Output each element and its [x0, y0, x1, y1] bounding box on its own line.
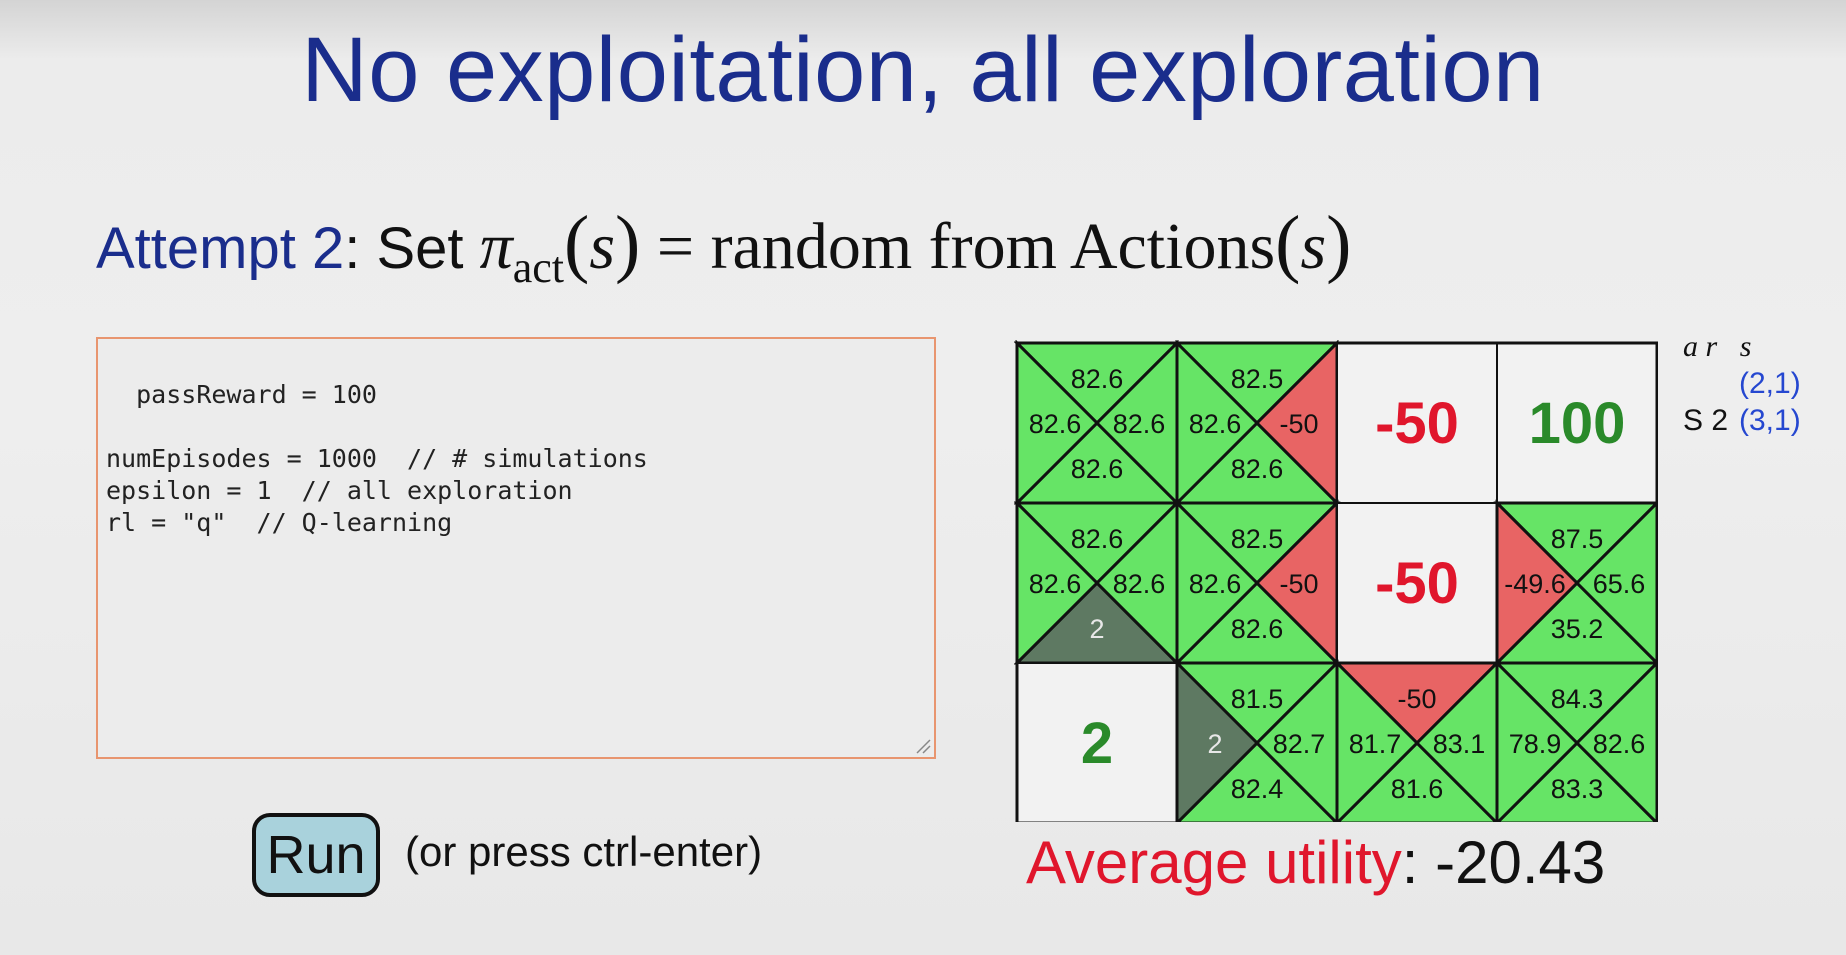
q-value-bottom: 82.6 — [1071, 454, 1124, 484]
q-value-left: 82.6 — [1029, 569, 1082, 599]
grid-cell-1-2: -50 — [1336, 502, 1498, 664]
q-value-left: 81.7 — [1349, 729, 1402, 759]
q-value-right: -50 — [1279, 409, 1318, 439]
q-value-right: 82.6 — [1113, 409, 1166, 439]
q-value-top: 82.6 — [1071, 364, 1124, 394]
run-hint: (or press ctrl-enter) — [405, 828, 763, 875]
q-value-right: 82.7 — [1273, 729, 1326, 759]
grid-cell-2-3: 84.3 83.3 78.9 82.6 — [1493, 659, 1661, 827]
q-value-top: 82.5 — [1231, 524, 1284, 554]
q-value-bottom: 82.6 — [1231, 454, 1284, 484]
grid-cell-0-0: 82.6 82.6 82.6 82.6 — [1013, 339, 1181, 507]
policy-formula: πact(s) = random from Actions(s) — [479, 201, 1352, 292]
resize-grip-icon[interactable] — [915, 738, 931, 754]
average-utility-value: : -20.43 — [1401, 829, 1606, 896]
cell-value: 2 — [1081, 711, 1113, 776]
grid-cell-1-3: 87.5 35.2 -49.6 65.6 — [1493, 499, 1661, 667]
attempt-line: Attempt 2: Set πact(s) = random from Act… — [96, 200, 1352, 292]
q-value-bottom: 83.3 — [1551, 774, 1604, 804]
grid-cell-2-2: -50 81.6 81.7 83.1 — [1333, 659, 1501, 827]
q-value-top: 87.5 — [1551, 524, 1604, 554]
grid-cell-0-1: 82.5 82.6 82.6 -50 — [1173, 339, 1341, 507]
q-value-left: 2 — [1207, 729, 1222, 759]
legend-prefix-2: S 2 — [1683, 404, 1729, 437]
q-value-left: 82.6 — [1029, 409, 1082, 439]
legend-ar: a r s — [1683, 330, 1752, 363]
q-value-left: -49.6 — [1504, 569, 1566, 599]
slide-title: No exploitation, all exploration — [301, 19, 1545, 121]
q-value-left: 82.6 — [1189, 409, 1242, 439]
average-utility: Average utility: -20.43 — [1026, 828, 1605, 897]
q-value-top: 81.5 — [1231, 684, 1284, 714]
q-value-bottom: 35.2 — [1551, 614, 1604, 644]
q-value-top: -50 — [1397, 684, 1436, 714]
code-text[interactable]: passReward = 100 numEpisodes = 1000 // #… — [106, 380, 648, 537]
q-value-top: 82.5 — [1231, 364, 1284, 394]
run-button[interactable]: Run — [252, 813, 380, 897]
q-value-left: 82.6 — [1189, 569, 1242, 599]
q-value-bottom: 81.6 — [1391, 774, 1444, 804]
cell-value: 100 — [1529, 391, 1626, 456]
grid-cell-0-2: -50 — [1336, 342, 1498, 504]
q-value-top: 84.3 — [1551, 684, 1604, 714]
legend-coord-1: (2,1) — [1739, 367, 1801, 400]
q-value-left: 78.9 — [1509, 729, 1562, 759]
grid-svg: 82.6 82.6 82.6 82.6 82.5 82.6 82.6 -50 -50 100 82.… — [1013, 339, 1661, 827]
q-value-right: 83.1 — [1433, 729, 1486, 759]
grid-cell-0-3: 100 — [1496, 342, 1658, 504]
grid-cell-1-1: 82.5 82.6 82.6 -50 — [1173, 499, 1341, 667]
q-value-bottom: 82.4 — [1231, 774, 1284, 804]
q-value-top: 82.6 — [1071, 524, 1124, 554]
q-value-grid: 82.6 82.6 82.6 82.6 82.5 82.6 82.6 -50 -50 100 82.… — [1013, 339, 1661, 827]
q-value-bottom: 2 — [1089, 614, 1104, 644]
q-value-bottom: 82.6 — [1231, 614, 1284, 644]
q-value-right: 82.6 — [1113, 569, 1166, 599]
code-editor[interactable]: passReward = 100 numEpisodes = 1000 // #… — [96, 337, 936, 759]
attempt-text: : Set — [344, 216, 464, 281]
legend-coord-2: (3,1) — [1739, 404, 1801, 437]
cell-value: -50 — [1375, 551, 1459, 616]
q-value-right: -50 — [1279, 569, 1318, 599]
grid-cell-1-0: 82.6282.6 82.6 — [1013, 499, 1181, 667]
q-value-right: 65.6 — [1593, 569, 1646, 599]
grid-cell-2-0: 2 — [1016, 662, 1178, 824]
cell-value: -50 — [1375, 391, 1459, 456]
attempt-label: Attempt 2 — [96, 216, 345, 281]
average-utility-label: Average utility — [1026, 829, 1402, 896]
q-value-right: 82.6 — [1593, 729, 1646, 759]
grid-cell-2-1: 81.5 82.4 2 82.7 — [1173, 659, 1341, 827]
